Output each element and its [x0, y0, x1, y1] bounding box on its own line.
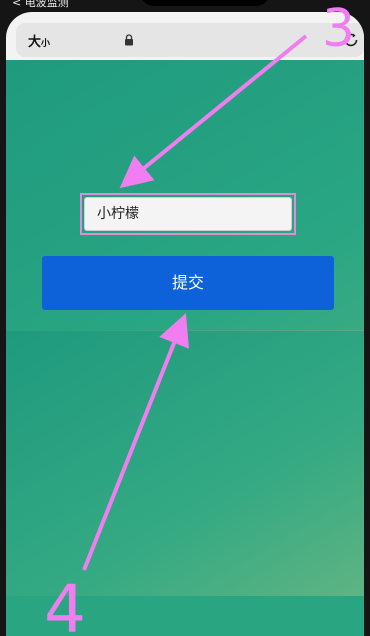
text-size-big: 大 [28, 35, 42, 50]
phone-notch [140, 0, 270, 6]
status-bar-text: < 电波监测 [12, 0, 69, 9]
lock-icon [125, 34, 133, 46]
name-input[interactable]: 小柠檬 [84, 197, 292, 231]
browser-screen: 大小 小柠檬 提交 [6, 12, 364, 636]
submit-button[interactable]: 提交 [42, 256, 334, 310]
text-size-small: 小 [41, 39, 51, 49]
text-size-button[interactable]: 大小 [28, 31, 50, 50]
page-bottom-band [6, 596, 364, 636]
refresh-icon[interactable] [342, 31, 360, 49]
page-section-band [6, 330, 364, 607]
web-page: 小柠檬 提交 [6, 60, 364, 636]
phone-frame: < 电波监测 大小 小柠檬 提交 3 4 [0, 0, 370, 636]
address-bar[interactable]: 大小 [16, 23, 364, 57]
